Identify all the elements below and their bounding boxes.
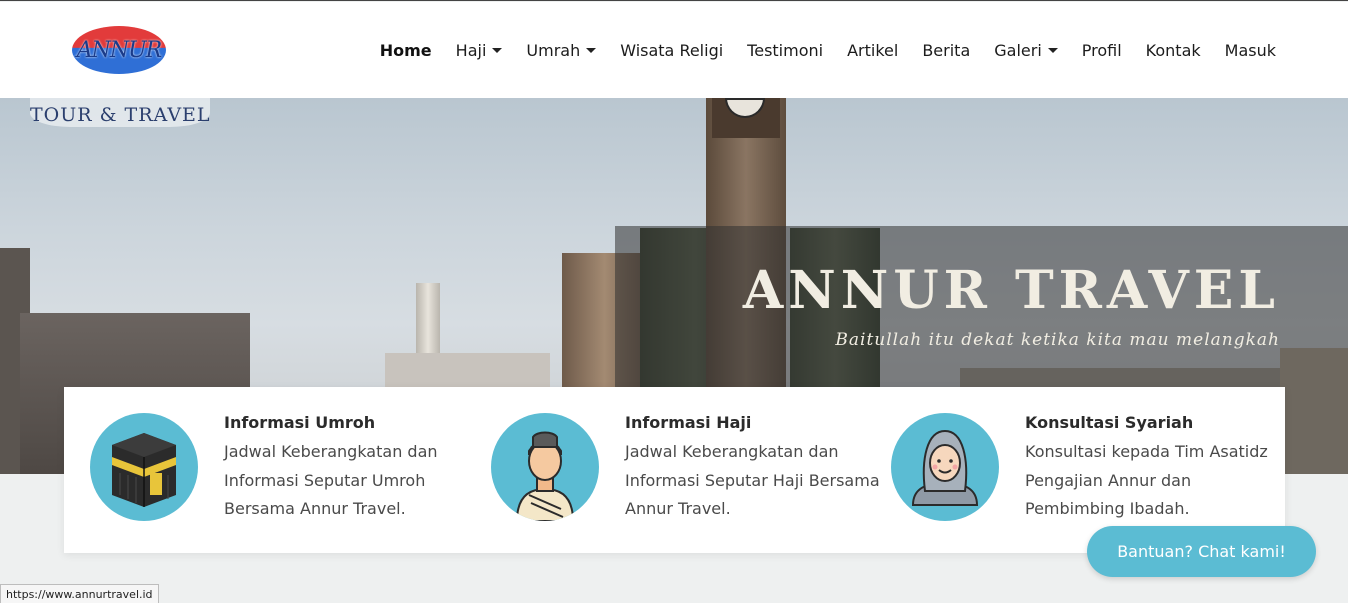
- nav-label: Haji: [455, 40, 487, 60]
- feature-haji[interactable]: Informasi Haji Jadwal Keberangkatan dan …: [491, 413, 881, 533]
- nav-label: Galeri: [994, 40, 1042, 60]
- feature-text: Informasi Umroh Jadwal Keberangkatan dan…: [224, 413, 484, 524]
- navbar: ANNUR Home Haji Umrah Wisata Religi Test…: [0, 2, 1348, 98]
- feature-description: Konsultasi kepada Tim Asatidz Pengajian …: [1025, 442, 1268, 518]
- nav-item-umrah[interactable]: Umrah: [526, 40, 597, 60]
- feature-text: Informasi Haji Jadwal Keberangkatan dan …: [625, 413, 885, 524]
- caret-down-icon: [492, 47, 503, 53]
- nav-item-galeri[interactable]: Galeri: [994, 41, 1058, 60]
- feature-konsultasi[interactable]: Konsultasi Syariah Konsultasi kepada Tim…: [891, 413, 1281, 533]
- brand-logo[interactable]: ANNUR: [72, 26, 166, 74]
- nav-label: Artikel: [847, 40, 899, 60]
- feature-text: Konsultasi Syariah Konsultasi kepada Tim…: [1025, 413, 1285, 524]
- nav-label: Kontak: [1145, 40, 1201, 60]
- nav-item-home[interactable]: Home: [380, 41, 432, 60]
- hero-title: ANNUR TRAVEL: [742, 260, 1280, 321]
- nav-item-berita[interactable]: Berita: [922, 41, 970, 60]
- nav-label: Home: [379, 40, 432, 60]
- main-nav: Home Haji Umrah Wisata Religi Testimoni …: [380, 2, 1276, 98]
- nav-label: Masuk: [1224, 40, 1276, 60]
- nav-item-wisata-religi[interactable]: Wisata Religi: [620, 41, 723, 60]
- logo-text: ANNUR: [76, 37, 162, 63]
- caret-down-icon: [1047, 47, 1058, 53]
- pilgrim-man-icon: [491, 413, 599, 521]
- nav-label: Testimoni: [747, 40, 824, 60]
- chat-help-button[interactable]: Bantuan? Chat kami!: [1087, 526, 1316, 577]
- nav-item-kontak[interactable]: Kontak: [1146, 41, 1201, 60]
- feature-description: Jadwal Keberangkatan dan Informasi Seput…: [625, 442, 880, 518]
- caret-down-icon: [586, 47, 597, 53]
- feature-title: Konsultasi Syariah: [1025, 413, 1194, 432]
- nav-item-masuk[interactable]: Masuk: [1225, 41, 1276, 60]
- nav-label: Berita: [922, 40, 971, 60]
- nav-item-artikel[interactable]: Artikel: [847, 41, 898, 60]
- nav-item-testimoni[interactable]: Testimoni: [747, 41, 823, 60]
- nav-item-haji[interactable]: Haji: [456, 41, 503, 60]
- feature-title: Informasi Haji: [625, 413, 752, 432]
- feature-title: Informasi Umroh: [224, 413, 376, 432]
- nav-label: Wisata Religi: [620, 40, 724, 60]
- kaaba-icon: [90, 413, 198, 521]
- hijab-woman-icon: [891, 413, 999, 521]
- hero-tagline: Baitullah itu dekat ketika kita mau mela…: [835, 330, 1280, 350]
- feature-description: Jadwal Keberangkatan dan Informasi Seput…: [224, 442, 438, 518]
- nav-label: Profil: [1081, 40, 1122, 60]
- feature-umroh[interactable]: Informasi Umroh Jadwal Keberangkatan dan…: [90, 413, 480, 533]
- brand-subtitle: TOUR & TRAVEL: [30, 104, 211, 126]
- status-bar-url: https://www.annurtravel.id: [0, 584, 159, 603]
- nav-item-profil[interactable]: Profil: [1082, 41, 1122, 60]
- nav-label: Umrah: [526, 40, 581, 60]
